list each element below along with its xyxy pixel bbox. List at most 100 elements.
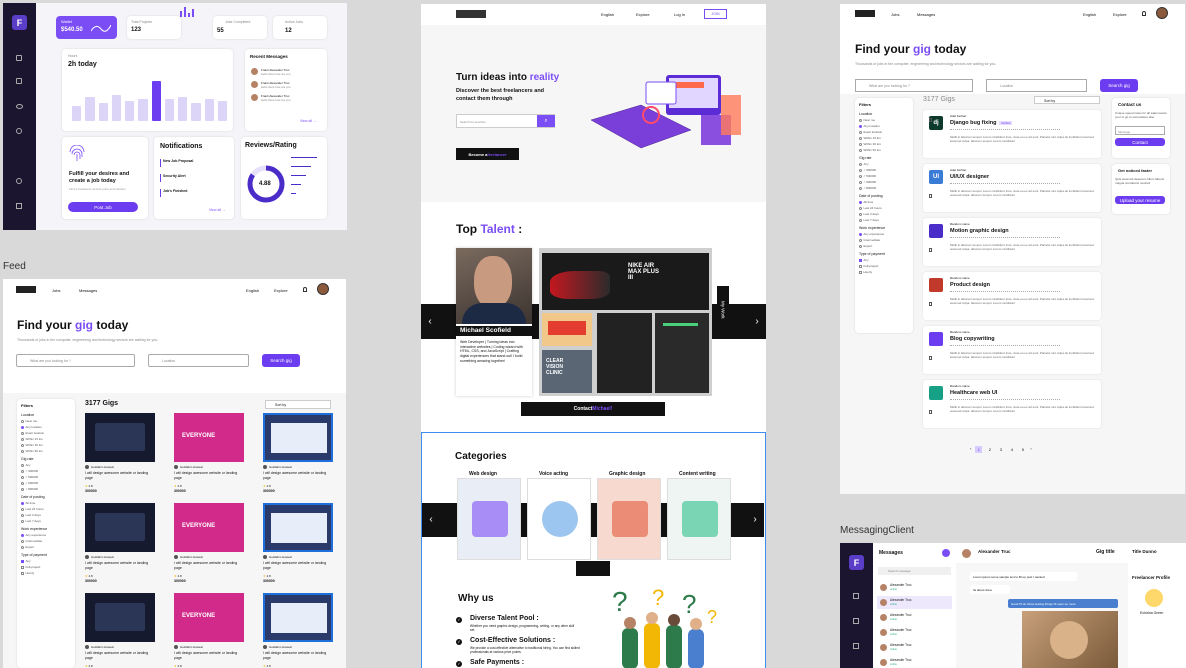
filter-option[interactable]: < 600000: [21, 481, 71, 485]
gear-icon[interactable]: [16, 178, 22, 184]
radio-button[interactable]: [21, 533, 24, 537]
filter-option[interactable]: Last 7 days: [859, 218, 909, 222]
filter-option[interactable]: Near me: [859, 118, 909, 122]
bookmark-icon[interactable]: [929, 194, 932, 198]
job-card[interactable]: Random name Healthcare web UI Mollit in la…: [923, 380, 1101, 428]
nav-jobs[interactable]: Jobs: [891, 12, 899, 17]
gig-thumbnail[interactable]: EVERYONE: [174, 413, 244, 462]
gig-thumbnail[interactable]: [85, 503, 155, 552]
radio-button[interactable]: [21, 463, 24, 467]
category-label[interactable]: Voice acting: [539, 471, 568, 477]
filter-option[interactable]: Expert: [859, 244, 909, 248]
jobs-logo[interactable]: [855, 10, 875, 17]
radio-button[interactable]: [21, 545, 24, 549]
nav-explore[interactable]: Explore: [1113, 12, 1127, 17]
category-image[interactable]: [597, 478, 661, 560]
job-card[interactable]: dj Adel Ferhan Django bug fixing Verified Mo…: [923, 110, 1101, 158]
radio-button[interactable]: [21, 519, 24, 523]
filter-option[interactable]: < 300000: [21, 469, 71, 473]
bookmark-icon[interactable]: [929, 356, 932, 360]
filter-option[interactable]: < 800000: [859, 186, 909, 190]
gig-thumbnail[interactable]: [85, 593, 155, 642]
checkbox[interactable]: [21, 571, 24, 575]
job-card[interactable]: Random name Motion graphic design Mollit i…: [923, 218, 1101, 266]
gig-thumbnail[interactable]: [85, 413, 155, 462]
radio-button[interactable]: [21, 419, 24, 423]
job-card[interactable]: UI Adel Ferhan UI/UX designer Mollit in lab…: [923, 164, 1101, 212]
radio-button[interactable]: [859, 168, 862, 172]
conversation-item[interactable]: Alexander Truc online: [877, 581, 952, 594]
filter-option[interactable]: Within 15 km: [859, 136, 909, 140]
nav-messages[interactable]: Messages: [917, 12, 935, 17]
radio-button[interactable]: [859, 180, 862, 184]
filter-option[interactable]: Hourly: [859, 270, 909, 274]
radio-button[interactable]: [21, 443, 24, 447]
radio-button[interactable]: [859, 186, 862, 190]
gig-card[interactable]: EVERYONE Goddahm Hossein I will design awe…: [174, 503, 244, 588]
filter-option[interactable]: Within 30 km: [859, 142, 909, 146]
search-input[interactable]: What are you looking for ?: [855, 79, 973, 92]
nav-language[interactable]: English: [601, 12, 614, 17]
checkbox[interactable]: [859, 264, 862, 268]
filter-option[interactable]: All time: [21, 501, 71, 505]
radio-button[interactable]: [859, 142, 862, 146]
logo[interactable]: F: [12, 15, 27, 30]
radio-button[interactable]: [859, 148, 862, 152]
conversation-item[interactable]: Alexander Truc online: [877, 641, 952, 654]
job-title[interactable]: Blog copywriting: [950, 336, 995, 342]
radio-button[interactable]: [21, 481, 24, 485]
conversation-item[interactable]: Alexander Truc online: [877, 656, 952, 668]
radio-button[interactable]: [21, 513, 24, 517]
search-input[interactable]: What are you looking for ?: [16, 354, 135, 367]
view-all-link[interactable]: View all →: [300, 119, 316, 123]
notification-item[interactable]: Job's Finished: [163, 189, 187, 193]
categories-next-arrow[interactable]: ›: [746, 507, 764, 531]
category-label[interactable]: Web design: [469, 471, 497, 477]
category-image[interactable]: [527, 478, 591, 560]
categories-prev-arrow[interactable]: ‹: [422, 507, 440, 531]
talent-prev-arrow[interactable]: ‹: [421, 309, 439, 333]
search-gig-button[interactable]: Search gig: [262, 354, 300, 367]
filter-option[interactable]: Intermediate: [21, 539, 71, 543]
filter-option[interactable]: Last 24 hours: [859, 206, 909, 210]
message-search-input[interactable]: Search message: [878, 567, 951, 575]
checkbox[interactable]: [859, 258, 862, 262]
category-image[interactable]: [457, 478, 521, 560]
radio-button[interactable]: [859, 212, 862, 216]
filter-option[interactable]: Any: [21, 559, 71, 563]
radio-button[interactable]: [859, 174, 862, 178]
sidebar-icon-eye[interactable]: [16, 104, 23, 109]
nav-login[interactable]: Log In: [674, 12, 685, 17]
next-page-icon[interactable]: ›: [1030, 446, 1031, 453]
radio-button[interactable]: [21, 507, 24, 511]
filter-option[interactable]: < 300000: [859, 168, 909, 172]
sort-select[interactable]: Sort by: [1034, 96, 1100, 104]
filter-option[interactable]: Any location: [859, 124, 909, 128]
filter-option[interactable]: Near me: [21, 419, 71, 423]
radio-button[interactable]: [21, 425, 24, 429]
filter-option[interactable]: Last 24 hours: [21, 507, 71, 511]
feed-logo[interactable]: [16, 286, 36, 293]
gig-card[interactable]: Goddahm Hossein I will design awesome web…: [263, 413, 333, 498]
gig-thumbnail[interactable]: [263, 503, 333, 552]
message-input[interactable]: Message: [1115, 126, 1165, 135]
bookmark-icon[interactable]: [929, 118, 932, 122]
bookmark-icon[interactable]: [929, 302, 932, 306]
contact-button[interactable]: Contact: [1115, 138, 1165, 146]
filter-option[interactable]: Expert: [21, 545, 71, 549]
filter-option[interactable]: < 800000: [21, 487, 71, 491]
notification-item[interactable]: Security Alert: [163, 174, 186, 178]
job-title[interactable]: Django bug fixing: [950, 120, 996, 126]
radio-button[interactable]: [859, 200, 862, 204]
avatar[interactable]: [1156, 7, 1168, 19]
gig-card[interactable]: EVERYONE Goddahm Hossein I will design awe…: [174, 413, 244, 498]
gig-thumbnail[interactable]: [263, 593, 333, 642]
search-gig-button[interactable]: Search gig: [1100, 79, 1138, 92]
sidebar-icon[interactable]: [853, 593, 859, 599]
sort-select[interactable]: Sort by: [265, 400, 331, 409]
job-title[interactable]: UI/UX designer: [950, 174, 989, 180]
filter-option[interactable]: Last 7 days: [21, 519, 71, 523]
new-message-button[interactable]: [942, 549, 950, 557]
radio-button[interactable]: [21, 539, 24, 543]
radio-button[interactable]: [859, 244, 862, 248]
